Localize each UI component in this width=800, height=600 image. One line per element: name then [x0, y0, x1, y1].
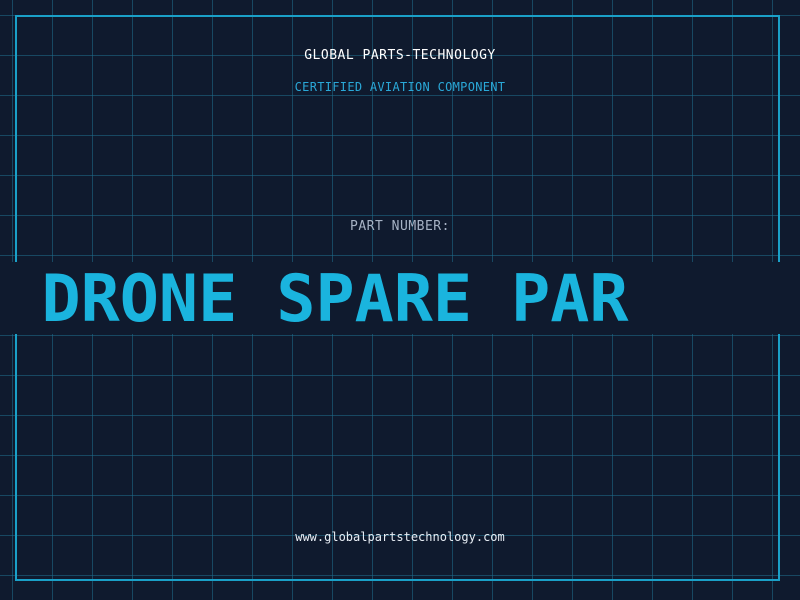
part-number-marquee: ANN DRONE SPARE PAR — [0, 262, 629, 335]
part-number-label: PART NUMBER: — [350, 219, 450, 234]
brand-title: GLOBAL PARTS-TECHNOLOGY — [304, 48, 496, 63]
blueprint-canvas: GLOBAL PARTS-TECHNOLOGY CERTIFIED AVIATI… — [0, 0, 800, 600]
tagline: CERTIFIED AVIATION COMPONENT — [294, 80, 506, 94]
website-link[interactable]: www.globalpartstechnology.com — [0, 530, 800, 544]
part-number-banner: ANN DRONE SPARE PAR — [0, 262, 800, 334]
